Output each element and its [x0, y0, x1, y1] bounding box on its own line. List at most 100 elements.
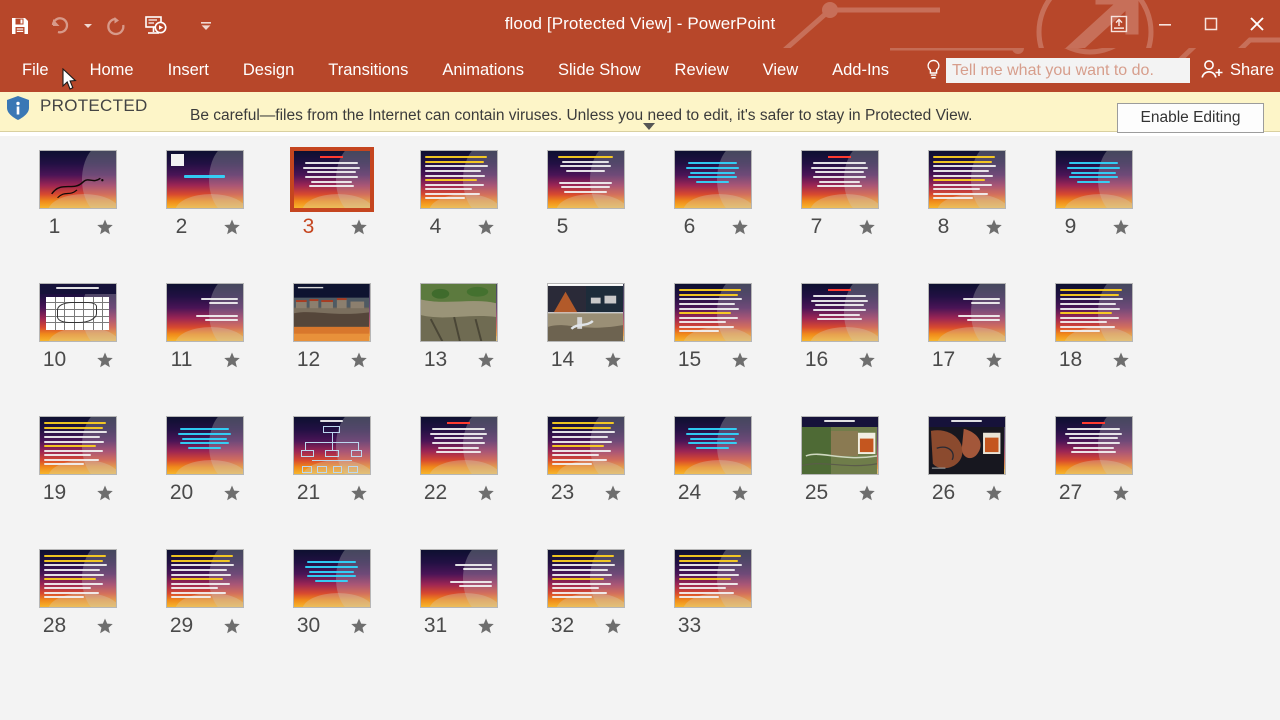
slide-thumbnail-cell[interactable]: 11 [141, 283, 268, 416]
star-icon[interactable] [985, 351, 1003, 369]
tab-animations[interactable]: Animations [425, 48, 541, 92]
slide-thumbnail[interactable] [1054, 416, 1133, 475]
star-icon[interactable] [731, 484, 749, 502]
slide-grid[interactable]: 1 2 3 4 5 6 7 8 9 10 11 12 13 14 15 16 1… [14, 147, 1270, 682]
slide-thumbnail[interactable] [800, 283, 879, 342]
slide-thumbnail-cell[interactable]: 16 [776, 283, 903, 416]
star-icon[interactable] [858, 484, 876, 502]
star-icon[interactable] [1112, 484, 1130, 502]
star-icon[interactable] [223, 484, 241, 502]
star-icon[interactable] [731, 351, 749, 369]
slide-thumbnail-cell[interactable]: 25 [776, 416, 903, 549]
slide-thumbnail[interactable] [289, 147, 374, 212]
slide-thumbnail-cell[interactable]: 2 [141, 150, 268, 283]
tab-home[interactable]: Home [73, 48, 151, 92]
slide-thumbnail-cell[interactable]: 27 [1030, 416, 1157, 549]
slide-thumbnail-cell[interactable]: 28 [14, 549, 141, 682]
slide-thumbnail[interactable] [419, 150, 498, 209]
save-button[interactable] [0, 6, 40, 46]
slide-thumbnail-cell[interactable]: 33 [649, 549, 776, 682]
tell-me-input[interactable]: Tell me what you want to do. [946, 57, 1190, 83]
slide-thumbnail-cell[interactable]: 1 [14, 150, 141, 283]
undo-dropdown[interactable] [80, 6, 96, 46]
minimize-button[interactable] [1142, 1, 1188, 47]
slide-thumbnail-cell[interactable]: 9 [1030, 150, 1157, 283]
star-icon[interactable] [477, 484, 495, 502]
star-icon[interactable] [1112, 218, 1130, 236]
star-icon[interactable] [96, 351, 114, 369]
slide-thumbnail[interactable] [800, 416, 879, 475]
ribbon-display-options-button[interactable] [1096, 1, 1142, 47]
star-icon[interactable] [858, 218, 876, 236]
slide-thumbnail[interactable] [292, 416, 371, 475]
slide-thumbnail-cell[interactable]: 31 [395, 549, 522, 682]
slide-thumbnail[interactable] [927, 150, 1006, 209]
star-icon[interactable] [96, 617, 114, 635]
slide-thumbnail[interactable] [38, 549, 117, 608]
slide-thumbnail[interactable] [38, 416, 117, 475]
slide-thumbnail-cell[interactable]: 24 [649, 416, 776, 549]
ribbon-tabs[interactable]: File Home Insert Design Transitions Anim… [0, 48, 906, 92]
slide-thumbnail-cell[interactable]: 29 [141, 549, 268, 682]
quick-access-toolbar[interactable] [0, 0, 214, 48]
star-icon[interactable] [350, 351, 368, 369]
slide-thumbnail[interactable] [546, 549, 625, 608]
slide-thumbnail[interactable] [419, 416, 498, 475]
slide-thumbnail[interactable] [673, 416, 752, 475]
slide-thumbnail[interactable] [546, 416, 625, 475]
slide-thumbnail[interactable] [673, 283, 752, 342]
tab-design[interactable]: Design [226, 48, 311, 92]
star-icon[interactable] [604, 617, 622, 635]
slide-thumbnail[interactable] [419, 283, 498, 342]
slide-thumbnail-cell[interactable]: 17 [903, 283, 1030, 416]
tell-me-area[interactable]: Tell me what you want to do. [920, 48, 1190, 92]
star-icon[interactable] [731, 218, 749, 236]
slide-thumbnail-cell[interactable]: 13 [395, 283, 522, 416]
slide-thumbnail-cell[interactable]: 3 [268, 147, 395, 283]
slide-sorter-pane[interactable]: 1 2 3 4 5 6 7 8 9 10 11 12 13 14 15 16 1… [0, 136, 1280, 720]
star-icon[interactable] [604, 484, 622, 502]
star-icon[interactable] [985, 218, 1003, 236]
enable-editing-button[interactable]: Enable Editing [1117, 103, 1264, 133]
star-icon[interactable] [477, 218, 495, 236]
start-slideshow-button[interactable] [136, 6, 176, 46]
slide-thumbnail-cell[interactable]: 30 [268, 549, 395, 682]
star-icon[interactable] [223, 617, 241, 635]
slide-thumbnail[interactable] [165, 283, 244, 342]
slide-thumbnail[interactable] [800, 150, 879, 209]
star-icon[interactable] [223, 351, 241, 369]
maximize-button[interactable] [1188, 1, 1234, 47]
close-button[interactable] [1234, 1, 1280, 47]
slide-thumbnail-cell[interactable]: 12 [268, 283, 395, 416]
redo-button[interactable] [96, 6, 136, 46]
slide-thumbnail-cell[interactable]: 6 [649, 150, 776, 283]
slide-thumbnail-cell[interactable]: 19 [14, 416, 141, 549]
star-icon[interactable] [96, 484, 114, 502]
slide-thumbnail[interactable] [292, 283, 371, 342]
star-icon[interactable] [604, 351, 622, 369]
slide-thumbnail-cell[interactable]: 8 [903, 150, 1030, 283]
star-icon[interactable] [350, 484, 368, 502]
slide-thumbnail[interactable] [673, 549, 752, 608]
star-icon[interactable] [858, 351, 876, 369]
slide-thumbnail-cell[interactable]: 20 [141, 416, 268, 549]
slide-thumbnail-cell[interactable]: 32 [522, 549, 649, 682]
tab-add-ins[interactable]: Add-Ins [815, 48, 906, 92]
star-icon[interactable] [985, 484, 1003, 502]
tab-slide-show[interactable]: Slide Show [541, 48, 658, 92]
slide-thumbnail[interactable] [546, 283, 625, 342]
slide-thumbnail[interactable] [927, 416, 1006, 475]
star-icon[interactable] [477, 617, 495, 635]
star-icon[interactable] [350, 218, 368, 236]
undo-button[interactable] [40, 6, 80, 46]
slide-thumbnail[interactable] [419, 549, 498, 608]
window-controls[interactable] [1096, 0, 1280, 48]
slide-thumbnail[interactable] [927, 283, 1006, 342]
slide-thumbnail-cell[interactable]: 7 [776, 150, 903, 283]
star-icon[interactable] [1112, 351, 1130, 369]
slide-thumbnail[interactable] [1054, 283, 1133, 342]
share-button[interactable]: Share [1199, 48, 1280, 92]
slide-thumbnail[interactable] [38, 283, 117, 342]
tab-view[interactable]: View [746, 48, 815, 92]
slide-thumbnail-cell[interactable]: 10 [14, 283, 141, 416]
